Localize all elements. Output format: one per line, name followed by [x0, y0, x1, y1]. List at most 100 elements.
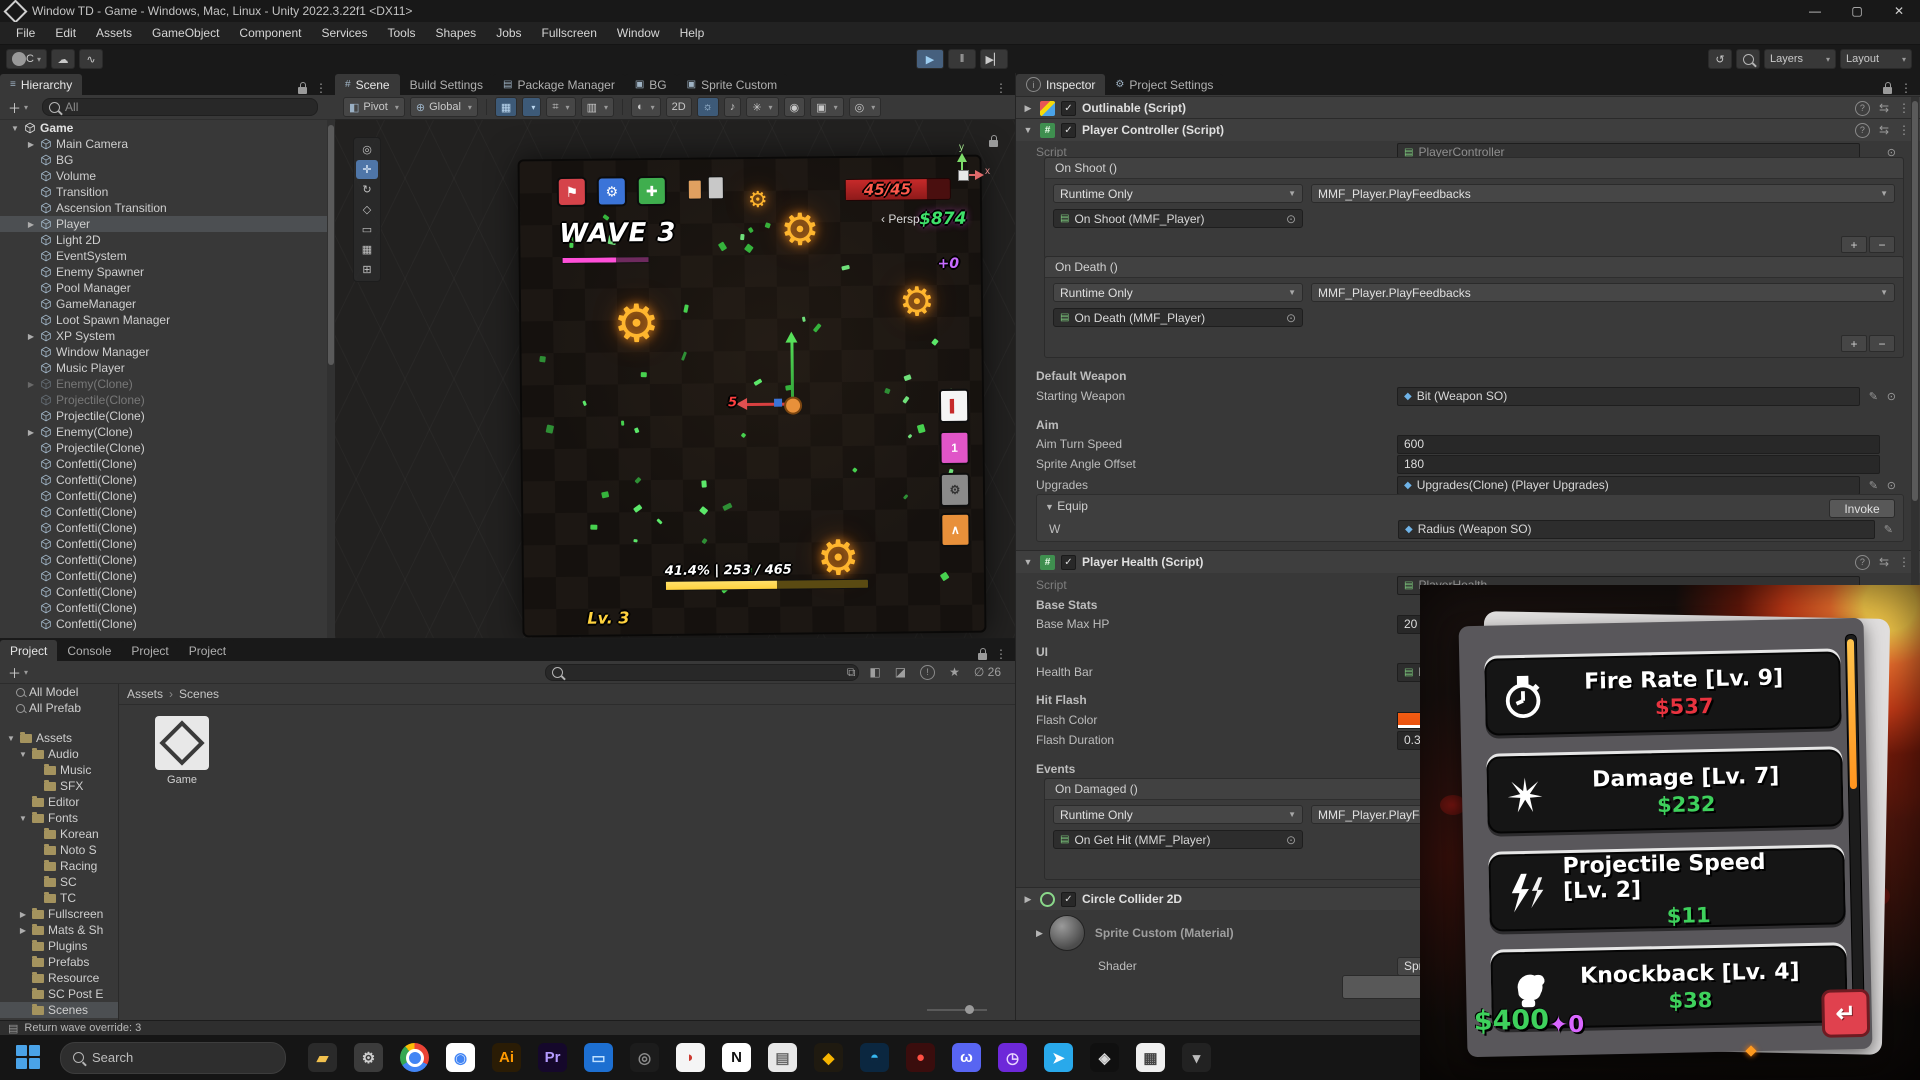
project-settings-tab[interactable]: ⚙Project Settings	[1105, 74, 1223, 95]
expand-arrow-icon[interactable]: ▶	[26, 220, 36, 229]
hierarchy-item[interactable]: ▶ Player	[0, 216, 327, 232]
hierarchy-item[interactable]: ▶ Enemy(Clone)	[0, 376, 327, 392]
create-object-button[interactable]: ＋▾	[8, 98, 28, 117]
hierarchy-item[interactable]: ▶ XP System	[0, 328, 327, 344]
hierarchy-item[interactable]: Projectile(Clone)	[0, 408, 327, 424]
chrome-icon[interactable]	[400, 1043, 429, 1072]
breadcrumb-current[interactable]: Scenes	[179, 687, 219, 701]
favorites-icon[interactable]: ★	[949, 665, 960, 679]
menu-services[interactable]: Services	[311, 22, 377, 44]
move-tool[interactable]: ✛	[356, 160, 378, 179]
unity-hub-icon[interactable]: ◈	[1090, 1043, 1119, 1072]
project-folder-item[interactable]: ▶ Mats & Sh	[0, 922, 118, 938]
project-folder-item[interactable]: Resource	[0, 970, 118, 986]
panel-menu-icon[interactable]: ⋮	[995, 647, 1007, 661]
enabled-checkbox[interactable]: ✓	[1061, 123, 1076, 138]
invoke-button[interactable]: Invoke	[1829, 499, 1895, 518]
event-mode-dropdown[interactable]: Runtime Only▼	[1053, 283, 1303, 302]
menu-tools[interactable]: Tools	[377, 22, 425, 44]
project-folder-item[interactable]: Racing	[0, 858, 118, 874]
saved-search-item[interactable]: All Model	[0, 684, 118, 700]
scene-lighting-toggle[interactable]: ☼	[697, 97, 719, 117]
cloud-button[interactable]: ☁	[51, 49, 75, 69]
telegram-icon[interactable]: ➤	[1044, 1043, 1073, 1072]
enabled-checkbox[interactable]: ✓	[1061, 555, 1076, 570]
aim-turn-speed-input[interactable]: 600	[1397, 435, 1880, 454]
inspector-tab[interactable]: iInspector	[1016, 74, 1105, 95]
saved-search-item[interactable]: All Prefab	[0, 700, 118, 716]
label-icon[interactable]: ◪	[895, 665, 906, 679]
expand-arrow-icon[interactable]: ▶	[18, 910, 28, 919]
display-icon[interactable]: ▭	[584, 1043, 613, 1072]
tab-build-settings[interactable]: Build Settings	[400, 74, 493, 95]
object-picker-icon[interactable]: ⊙	[1887, 390, 1896, 403]
gizmo-y-axis[interactable]	[790, 336, 794, 404]
upgrades-field[interactable]: ◆Upgrades(Clone) (Player Upgrades)	[1397, 476, 1860, 495]
hierarchy-item[interactable]: Confetti(Clone)	[0, 584, 327, 600]
hierarchy-item[interactable]: Confetti(Clone)	[0, 616, 327, 632]
hierarchy-item[interactable]: Projectile(Clone)	[0, 392, 327, 408]
panel-menu-icon[interactable]: ⋮	[315, 81, 327, 95]
gizmo-center-handle[interactable]	[784, 396, 802, 414]
panel-menu-icon[interactable]: ⋮	[1900, 81, 1912, 95]
alert-icon[interactable]: !	[920, 665, 935, 680]
hierarchy-item[interactable]: Confetti(Clone)	[0, 504, 327, 520]
upgrade-card-projectile-speed[interactable]: Projectile Speed [Lv. 2] $11	[1488, 847, 1846, 931]
overflow-icon[interactable]: ▾	[1182, 1043, 1211, 1072]
component-header-player-health[interactable]: ▼# ✓ Player Health (Script) ?⇆⋮	[1016, 550, 1920, 573]
menu-help[interactable]: Help	[670, 22, 715, 44]
browser-icon[interactable]: ◓	[860, 1043, 889, 1072]
material-preview[interactable]	[1049, 915, 1085, 951]
enabled-checkbox[interactable]: ✓	[1061, 101, 1076, 116]
expand-arrow-icon[interactable]: ▼	[18, 814, 28, 823]
clock-app-icon[interactable]: ◷	[998, 1043, 1027, 1072]
notion-icon[interactable]: N	[722, 1043, 751, 1072]
snap-increment-dropdown[interactable]: ⌗▾	[546, 97, 575, 117]
edit-icon[interactable]: ✎	[1869, 479, 1878, 492]
project-folder-item[interactable]: Korean	[0, 826, 118, 842]
account-button[interactable]: C▾	[6, 49, 47, 69]
open-in-new-icon[interactable]: ⧉	[847, 665, 856, 680]
transform-tool[interactable]: ▦	[356, 240, 378, 259]
component-header-player-controller[interactable]: ▼# ✓ Player Controller (Script) ?⇆⋮	[1016, 118, 1920, 141]
enabled-checkbox[interactable]: ✓	[1061, 892, 1076, 907]
calendar-icon[interactable]: ▦	[1136, 1043, 1165, 1072]
expand-arrow-icon[interactable]: ▼	[10, 124, 20, 133]
tab-project-2[interactable]: Project	[121, 640, 178, 661]
project-folder-item[interactable]: ▼ Audio	[0, 746, 118, 762]
layout-dropdown[interactable]: Layout▾	[1840, 49, 1912, 69]
start-button[interactable]	[16, 1045, 42, 1071]
upgrade-card-fire-rate[interactable]: Fire Rate [Lv. 9] $537	[1484, 651, 1842, 735]
project-folder-item[interactable]: Plugins	[0, 938, 118, 954]
illustrator-icon[interactable]: Ai	[492, 1043, 521, 1072]
event-target-field[interactable]: ▤On Get Hit (MMF_Player)⊙	[1053, 830, 1303, 849]
menu-window[interactable]: Window	[607, 22, 670, 44]
expand-arrow-icon[interactable]: ▼	[6, 734, 16, 743]
expand-arrow-icon[interactable]: ▶	[26, 380, 36, 389]
scene-audio-toggle[interactable]: ♪	[724, 97, 742, 117]
pause-button[interactable]: ‖	[948, 49, 976, 69]
hierarchy-item[interactable]: GameManager	[0, 296, 327, 312]
file-explorer-icon[interactable]: ▰	[308, 1043, 337, 1072]
upgrade-card-damage[interactable]: Damage [Lv. 7] $232	[1486, 749, 1844, 833]
hierarchy-item[interactable]: Confetti(Clone)	[0, 568, 327, 584]
package-icon[interactable]: ◧	[869, 665, 880, 679]
hierarchy-item[interactable]: Light 2D	[0, 232, 327, 248]
discord-icon[interactable]: ω	[952, 1043, 981, 1072]
menu-shapes[interactable]: Shapes	[425, 22, 486, 44]
hierarchy-item[interactable]: BG	[0, 152, 327, 168]
menu-file[interactable]: File	[6, 22, 45, 44]
scale-tool[interactable]: ◇	[356, 200, 378, 219]
event-mode-dropdown[interactable]: Runtime Only▼	[1053, 184, 1303, 203]
menu-component[interactable]: Component	[229, 22, 311, 44]
edit-icon[interactable]: ✎	[1884, 523, 1893, 536]
play-button[interactable]: ▶	[916, 49, 944, 69]
event-callback-dropdown[interactable]: MMF_Player.PlayFeedbacks▼	[1311, 283, 1895, 302]
perspective-label[interactable]: ‹ Persp	[881, 212, 920, 226]
hierarchy-item[interactable]: Enemy Spawner	[0, 264, 327, 280]
event-callback-dropdown[interactable]: MMF_Player.PlayFeedbacks▼	[1311, 184, 1895, 203]
maps-icon[interactable]: ◉	[446, 1043, 475, 1072]
rig-tool-button[interactable]: ∿	[79, 49, 103, 69]
hierarchy-item[interactable]: Confetti(Clone)	[0, 552, 327, 568]
tab-project-0[interactable]: Project	[0, 640, 57, 661]
